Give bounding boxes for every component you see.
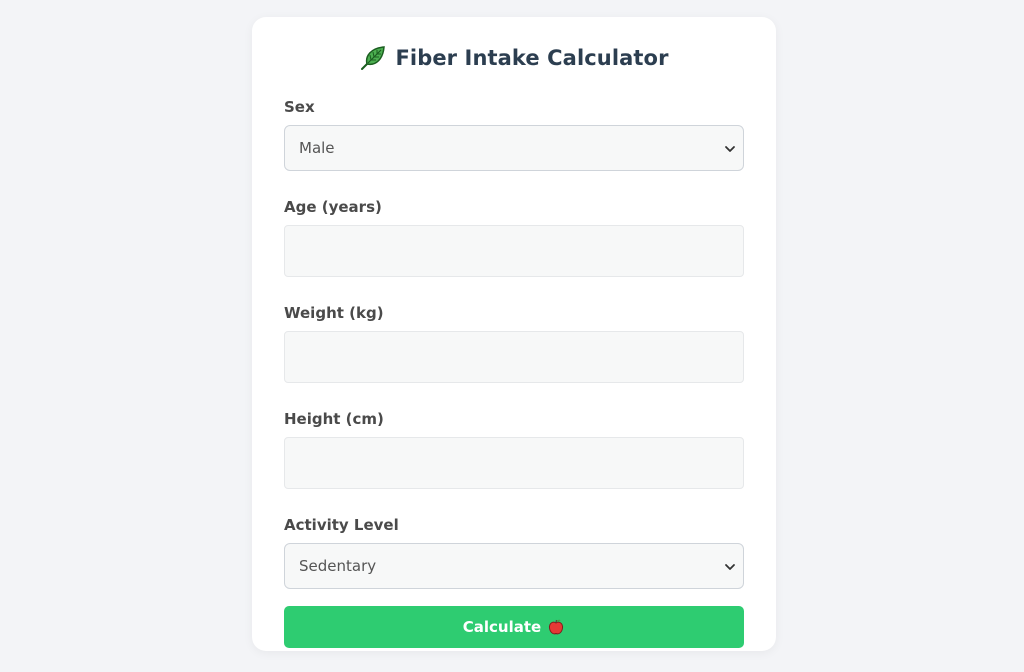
sex-select-value: Male	[299, 139, 335, 157]
height-input[interactable]	[284, 437, 744, 489]
chevron-down-icon	[725, 146, 735, 152]
activity-label: Activity Level	[284, 516, 399, 534]
leaf-icon	[361, 46, 386, 70]
age-label: Age (years)	[284, 198, 382, 216]
activity-select[interactable]: Sedentary	[284, 543, 744, 589]
apple-icon	[549, 619, 564, 635]
header: Fiber Intake Calculator	[284, 17, 744, 99]
weight-input[interactable]	[284, 331, 744, 383]
page-title: Fiber Intake Calculator	[395, 46, 669, 70]
calculator-card: Fiber Intake Calculator Sex Male Age (ye…	[252, 17, 776, 651]
calculate-button-label: Calculate	[462, 618, 542, 636]
height-label: Height (cm)	[284, 410, 384, 428]
sex-label: Sex	[284, 98, 315, 116]
activity-select-value: Sedentary	[299, 557, 377, 575]
calculate-button[interactable]: Calculate	[284, 606, 744, 648]
sex-select[interactable]: Male	[284, 125, 744, 171]
age-input[interactable]	[284, 225, 744, 277]
weight-label: Weight (kg)	[284, 304, 384, 322]
chevron-down-icon	[725, 564, 735, 570]
